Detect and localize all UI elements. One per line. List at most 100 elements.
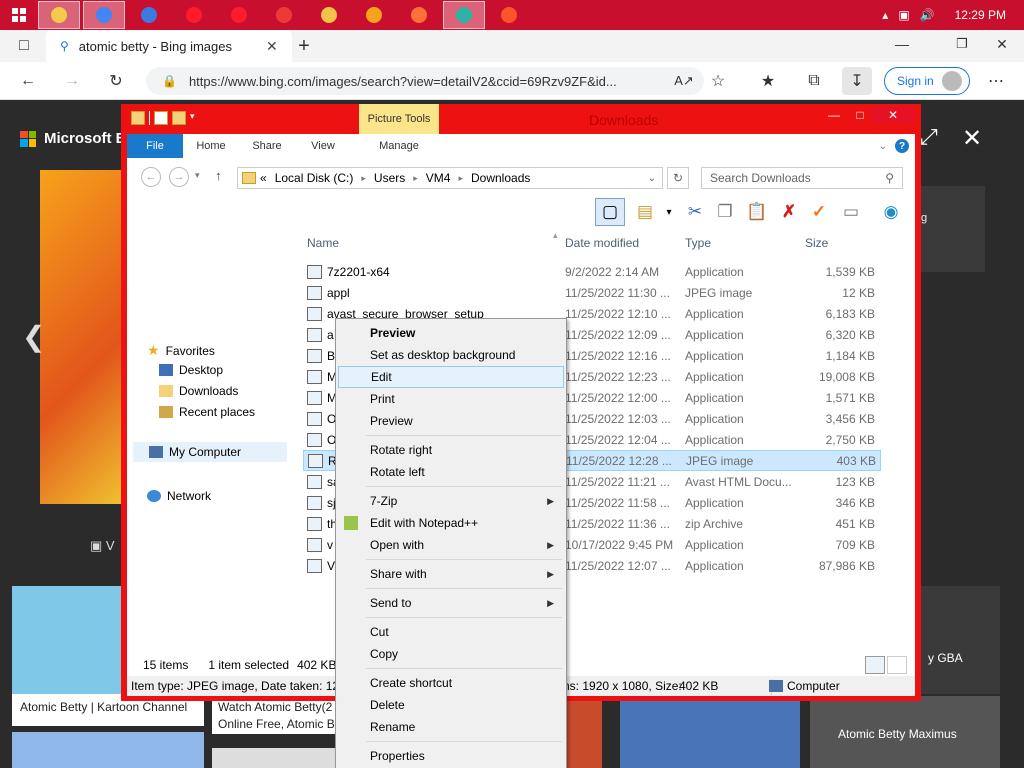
new-folder-icon[interactable]	[172, 111, 186, 125]
taskbar-app-brave[interactable]	[488, 1, 530, 29]
column-type[interactable]: Type	[685, 228, 711, 258]
tab-view[interactable]: View	[295, 134, 351, 158]
check-icon[interactable]: ✓	[807, 200, 831, 224]
tab-share[interactable]: Share	[239, 134, 295, 158]
menu-item-print[interactable]: Print	[338, 388, 564, 410]
folder-icon[interactable]	[131, 111, 145, 125]
maximize-icon[interactable]: □	[847, 106, 873, 124]
menu-item-open-with[interactable]: Open with ▶	[338, 534, 564, 556]
nav-network[interactable]: Network	[147, 489, 211, 503]
menu-item-rotate-right[interactable]: Rotate right	[338, 439, 564, 461]
side-card[interactable]: g	[921, 186, 985, 272]
file-row[interactable]: 7z2201-x64 9/2/2022 2:14 AM Application 1,5…	[303, 261, 881, 282]
column-size[interactable]: Size	[805, 228, 828, 258]
read-aloud-icon[interactable]: A↗	[672, 69, 696, 93]
thumbnail-1-caption[interactable]: Atomic Betty | Kartoon Channel	[20, 700, 187, 714]
back-icon[interactable]: ←	[16, 69, 40, 93]
thumbnail-7[interactable]	[566, 700, 602, 768]
menu-item-share-with[interactable]: Share with ▶	[338, 563, 564, 585]
thumbnail-4-caption[interactable]: y GBA	[928, 651, 963, 665]
thumbnail-5[interactable]	[12, 732, 204, 768]
taskbar-app-globe[interactable]	[128, 1, 170, 29]
ribbon-expand-icon[interactable]: ⌄	[879, 141, 887, 152]
nav-favorites[interactable]: ★ Favorites	[147, 342, 215, 359]
taskbar-app-vivaldi[interactable]	[263, 1, 305, 29]
thumbnail-2-caption-line-1[interactable]: Watch Atomic Betty(2	[218, 700, 332, 714]
menu-item-edit-with-notepad[interactable]: Edit with Notepad++	[338, 512, 564, 534]
tab-actions-icon[interactable]: □	[12, 34, 36, 58]
taskbar-app-opera[interactable]	[173, 1, 215, 29]
menu-item-set-as-desktop-background[interactable]: Set as desktop background	[338, 344, 564, 366]
globe-icon[interactable]: ◉	[879, 200, 903, 224]
file-row[interactable]: appl 11/25/2022 11:30 ... JPEG image 12 KB	[303, 282, 881, 303]
breadcrumb-overflow[interactable]: «	[260, 171, 267, 185]
nav-desktop[interactable]: Desktop	[159, 363, 223, 377]
delete-icon[interactable]: ✗	[777, 200, 801, 224]
collections-icon[interactable]: ⧉	[802, 69, 826, 93]
favorites-icon[interactable]: ★	[756, 69, 780, 93]
menu-item-cut[interactable]: Cut	[338, 621, 564, 643]
breadcrumb-users[interactable]: Users	[370, 171, 409, 185]
clock[interactable]: 12:29 PM	[955, 8, 1006, 22]
copy-icon[interactable]: ❐	[713, 200, 737, 224]
downloads-icon[interactable]: ↧	[842, 67, 872, 95]
browser-tab[interactable]: ⚲ atomic betty - Bing images ✕	[46, 30, 292, 62]
taskbar-app-chrome-beta[interactable]	[308, 1, 350, 29]
breadcrumb-downloads[interactable]: Downloads	[467, 171, 534, 185]
restore-icon[interactable]: ❐	[950, 32, 974, 56]
menu-item-rename[interactable]: Rename	[338, 716, 564, 738]
qat-dropdown-icon[interactable]: ▾	[190, 111, 204, 125]
volume-icon[interactable]: 🔊	[920, 8, 935, 22]
forward-icon[interactable]: →	[169, 167, 189, 187]
thumbnail-2-caption-line-2[interactable]: Online Free, Atomic B	[218, 717, 335, 731]
refresh-icon[interactable]: ↻	[104, 69, 128, 93]
nav-my-computer[interactable]: My Computer	[133, 442, 287, 462]
menu-item-copy[interactable]: Copy	[338, 643, 564, 665]
menu-item-send-to[interactable]: Send to ▶	[338, 592, 564, 614]
breadcrumb[interactable]: « Local Disk (C:) ▸ Users ▸ VM4 ▸ Downlo…	[237, 167, 663, 189]
large-icons-view-icon[interactable]	[887, 656, 907, 674]
menu-item-properties[interactable]: Properties	[338, 745, 564, 767]
sign-in-button[interactable]: Sign in	[884, 67, 970, 95]
taskbar-app-chrome[interactable]	[83, 1, 125, 29]
column-date[interactable]: Date modified	[565, 228, 639, 258]
cut-icon[interactable]: ✂	[683, 200, 707, 224]
close-viewer-icon[interactable]: ✕	[962, 124, 982, 153]
network-icon[interactable]: ▣	[898, 8, 909, 22]
menu-item-delete[interactable]: Delete	[338, 694, 564, 716]
up-icon[interactable]: ↑	[215, 168, 222, 183]
thumbnail-8-caption[interactable]: Atomic Betty Maximus	[838, 727, 957, 741]
forward-icon[interactable]: →	[60, 69, 84, 93]
address-bar[interactable]: 🔒 https://www.bing.com/images/search?vie…	[146, 67, 704, 95]
column-name[interactable]: Name	[307, 228, 339, 258]
paste-icon[interactable]: 📋	[745, 200, 769, 224]
menu-item-rotate-left[interactable]: Rotate left	[338, 461, 564, 483]
taskbar-app-firefox[interactable]	[398, 1, 440, 29]
thumbnail-3[interactable]	[620, 700, 800, 768]
menu-item-7-zip[interactable]: 7-Zip ▶	[338, 490, 564, 512]
views-dropdown-icon[interactable]: ▾	[657, 200, 681, 224]
properties-folder-icon[interactable]: ▤	[633, 200, 657, 224]
breadcrumb-local-disk[interactable]: Local Disk (C:)	[271, 171, 358, 185]
chevron-right-icon[interactable]: ▸	[361, 173, 366, 184]
thumbnail-6[interactable]	[212, 748, 336, 768]
start-button[interactable]	[0, 0, 38, 30]
address-dropdown-icon[interactable]: ⌄	[648, 173, 656, 184]
add-favorite-icon[interactable]: ☆	[706, 69, 730, 93]
menu-item-create-shortcut[interactable]: Create shortcut	[338, 672, 564, 694]
refresh-icon[interactable]: ↻	[667, 167, 689, 189]
previous-image-icon[interactable]: ❮	[22, 320, 45, 353]
menu-item-preview[interactable]: Preview	[338, 322, 564, 344]
rename-icon[interactable]: ▭	[839, 200, 863, 224]
tab-home[interactable]: Home	[183, 134, 239, 158]
details-view-icon[interactable]	[865, 656, 885, 674]
menu-item-edit[interactable]: Edit	[338, 366, 564, 388]
tab-manage[interactable]: Manage	[359, 134, 439, 158]
close-icon[interactable]: ✕	[871, 106, 915, 124]
more-options-icon[interactable]: ⋯	[984, 69, 1008, 93]
bing-logo[interactable]: Microsoft Bi	[20, 130, 131, 147]
close-tab-icon[interactable]: ✕	[266, 38, 282, 55]
search-input[interactable]: Search Downloads ⚲	[701, 167, 903, 189]
minimize-icon[interactable]: —	[890, 32, 914, 56]
menu-item-preview[interactable]: Preview	[338, 410, 564, 432]
